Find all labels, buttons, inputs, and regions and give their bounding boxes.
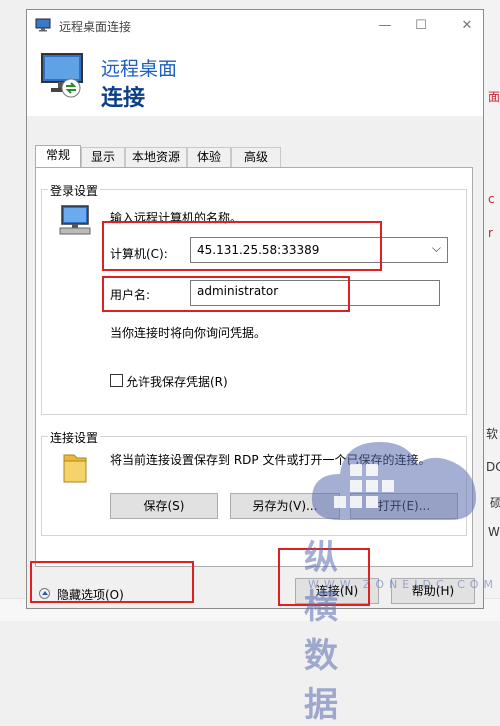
minimize-button[interactable]: — [371, 14, 399, 38]
help-button[interactable]: 帮助(H) [391, 578, 475, 604]
tab-local-resources[interactable]: 本地资源 [125, 147, 187, 167]
maximize-button[interactable]: ☐ [407, 14, 435, 38]
username-field[interactable]: administrator [190, 280, 440, 306]
connection-settings-title: 连接设置 [48, 429, 101, 446]
save-as-button[interactable]: 另存为(V)... [230, 493, 340, 519]
close-button[interactable]: ✕ [453, 14, 481, 38]
window-title: 远程桌面连接 [59, 20, 132, 34]
computer-label: 计算机(C): [110, 247, 168, 261]
save-button[interactable]: 保存(S) [110, 493, 218, 519]
tab-experience[interactable]: 体验 [187, 147, 231, 167]
computer-value: 45.131.25.58:33389 [197, 243, 320, 257]
username-value: administrator [197, 284, 279, 298]
tab-display[interactable]: 显示 [81, 147, 125, 167]
tab-advanced[interactable]: 高级 [231, 147, 281, 167]
folder-icon [63, 454, 87, 483]
computer-icon [59, 205, 91, 235]
logon-settings-title: 登录设置 [48, 182, 101, 199]
save-credentials-label[interactable]: 允许我保存凭据(R) [126, 373, 228, 390]
username-label: 用户名: [110, 288, 151, 302]
hide-options-link[interactable]: 隐藏选项(O) [57, 586, 124, 603]
background-text: W [488, 525, 500, 539]
connect-button[interactable]: 连接(N) [295, 578, 379, 604]
background-text: c [488, 192, 495, 206]
remote-desktop-icon [35, 18, 51, 32]
chevron-down-icon[interactable]: ⌵ [432, 241, 441, 256]
header-title-line2: 连接 [101, 86, 146, 111]
tab-general[interactable]: 常规 [35, 145, 81, 167]
computer-combobox[interactable]: 45.131.25.58:33389 ⌵ [190, 237, 448, 263]
save-credentials-checkbox[interactable] [110, 374, 123, 387]
remote-desktop-monitor-icon [41, 53, 83, 98]
header-title-line1: 远程桌面 [101, 58, 178, 80]
header-banner: 远程桌面 连接 [27, 42, 483, 116]
connection-settings-group: 连接设置 将当前连接设置保存到 RDP 文件或打开一个已保存的连接。 保存(S)… [41, 429, 467, 536]
logon-instruction: 输入远程计算机的名称。 [110, 211, 243, 225]
credentials-prompt-note: 当你连接时将向你询问凭据。 [110, 326, 267, 340]
collapse-arrow-icon[interactable] [39, 588, 50, 599]
background-text: 软 [486, 427, 499, 441]
background-text: 硕 [490, 496, 500, 510]
footer-bar: 隐藏选项(O) 连接(N) 帮助(H) [27, 570, 483, 610]
background-text: r [488, 226, 493, 240]
remote-desktop-window: 远程桌面连接 — ☐ ✕ 远程桌面 连接 常规 显示 本地资源 体验 高级 登录… [26, 9, 484, 609]
connection-description: 将当前连接设置保存到 RDP 文件或打开一个已保存的连接。 [110, 453, 431, 467]
logon-settings-group: 登录设置 输入远程计算机的名称。 计算机(C): 45.131.25.58:33… [41, 182, 467, 415]
background-text: DC [486, 460, 500, 474]
title-bar[interactable]: 远程桌面连接 — ☐ ✕ [27, 10, 483, 42]
open-button[interactable]: 打开(E)... [350, 493, 458, 519]
general-tab-panel: 登录设置 输入远程计算机的名称。 计算机(C): 45.131.25.58:33… [35, 167, 473, 567]
background-text: 面 [488, 90, 500, 104]
